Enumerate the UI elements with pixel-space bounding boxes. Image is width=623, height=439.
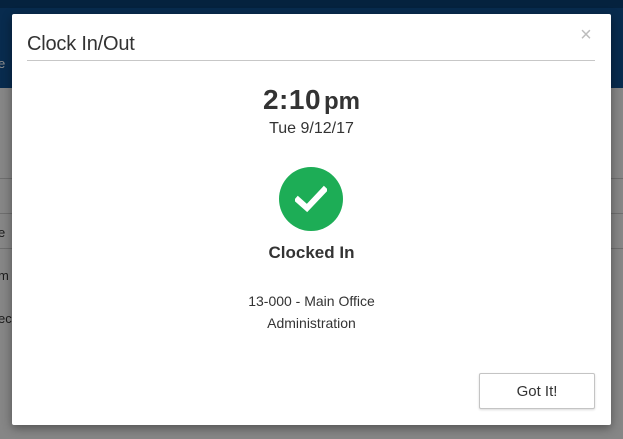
time-value: 2:10 bbox=[262, 84, 322, 115]
check-icon bbox=[279, 167, 343, 231]
current-time: 2:10 pm bbox=[12, 84, 611, 116]
close-icon[interactable]: × bbox=[577, 25, 595, 45]
location-department: Administration bbox=[267, 315, 356, 331]
modal-title: Clock In/Out bbox=[27, 33, 135, 55]
current-date: Tue 9/12/17 bbox=[269, 120, 354, 137]
status-label: Clocked In bbox=[268, 243, 355, 262]
got-it-button[interactable]: Got It! bbox=[479, 373, 595, 409]
modal-header: Clock In/Out bbox=[27, 33, 595, 61]
clock-in-out-dialog: Clock In/Out × 2:10 pm Tue 9/12/17 Clocke… bbox=[12, 14, 611, 425]
location-code: 13-000 - Main Office bbox=[248, 293, 375, 309]
time-ampm: pm bbox=[324, 88, 361, 115]
